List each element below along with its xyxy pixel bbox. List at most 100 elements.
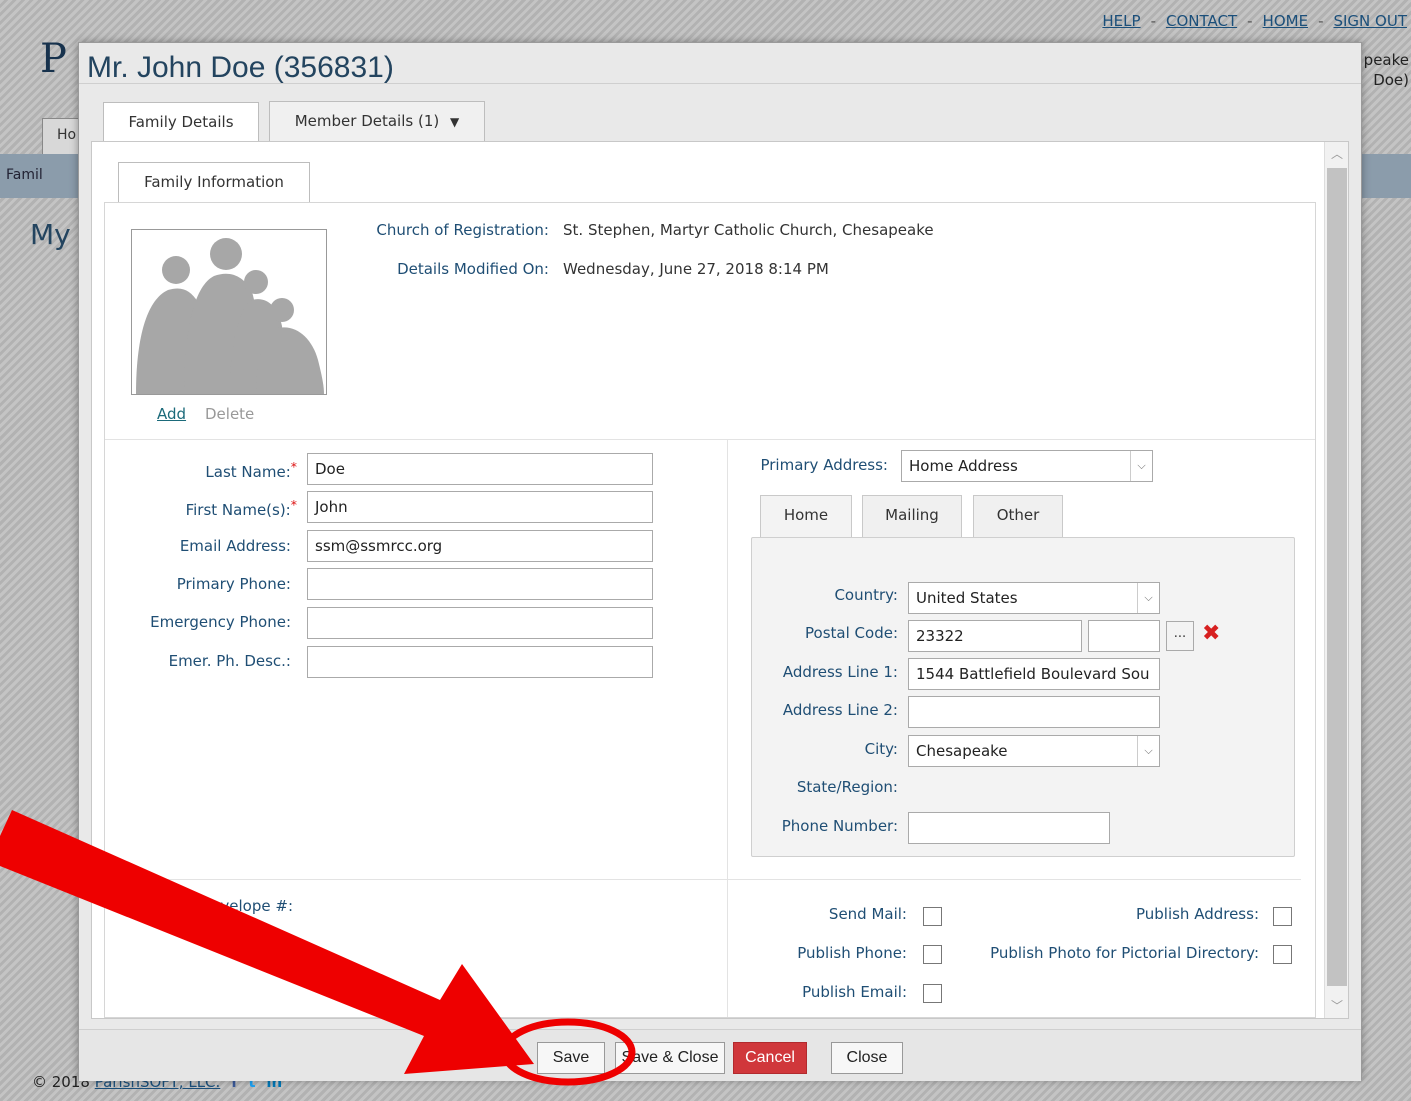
tab-member-details-label: Member Details (1) <box>294 112 440 130</box>
tab-home-address-label: Home <box>783 506 829 524</box>
send-mail-checkbox[interactable] <box>923 907 942 926</box>
family-photo <box>131 229 327 395</box>
chevron-down-icon: ⌵ <box>1137 583 1159 613</box>
section-divider <box>105 879 727 880</box>
address-line1-input[interactable]: 1544 Battlefield Boulevard Sou <box>908 658 1160 690</box>
church-label: Church of Registration: <box>376 221 549 239</box>
emergency-phone-input[interactable] <box>307 607 653 639</box>
modified-value: Wednesday, June 27, 2018 8:14 PM <box>563 260 829 278</box>
country-label: Country: <box>834 586 898 604</box>
email-label: Email Address: <box>179 537 291 555</box>
nav-separator: - <box>1150 12 1156 30</box>
photo-add-link[interactable]: Add <box>157 405 186 423</box>
tab-mailing-address[interactable]: Mailing <box>862 495 962 537</box>
dropdown-triangle-icon: ▼ <box>450 115 460 129</box>
scroll-down-icon[interactable]: ﹀ <box>1325 996 1349 1016</box>
email-input[interactable]: ssm@ssmrcc.org <box>307 530 653 562</box>
address-line2-input[interactable] <box>908 696 1160 728</box>
postal-ext-input[interactable] <box>1088 620 1160 652</box>
primary-address-select[interactable]: Home Address ⌵ <box>901 450 1153 482</box>
city-select[interactable]: Chesapeake ⌵ <box>908 735 1160 767</box>
send-mail-label: Send Mail: <box>828 905 907 923</box>
tab-other-address[interactable]: Other <box>973 495 1063 537</box>
column-divider <box>727 439 728 1017</box>
dialog-button-bar: Save Save & Close Cancel Close <box>79 1029 1361 1081</box>
city-value: Chesapeake <box>916 742 1008 760</box>
title-divider <box>79 83 1361 84</box>
cancel-button[interactable]: Cancel <box>733 1042 807 1074</box>
home-link[interactable]: HOME <box>1263 12 1309 30</box>
red-x-icon[interactable]: ✖ <box>1202 623 1220 645</box>
address-panel: Country: United States ⌵ Postal Code: 23… <box>751 537 1295 857</box>
nav-separator: - <box>1318 12 1324 30</box>
primary-address-value: Home Address <box>909 457 1018 475</box>
background-user-line1: peake <box>1363 51 1409 69</box>
tab-member-details[interactable]: Member Details (1) ▼ <box>269 101 485 141</box>
tab-other-address-label: Other <box>996 506 1040 524</box>
last-name-input[interactable]: Doe <box>307 453 653 485</box>
contact-link[interactable]: CONTACT <box>1166 12 1237 30</box>
postal-code-input[interactable]: 23322 <box>908 620 1082 652</box>
country-value: United States <box>916 589 1018 607</box>
phone-number-input[interactable] <box>908 812 1110 844</box>
scroll-thumb[interactable] <box>1327 168 1347 986</box>
publish-photo-label: Publish Photo for Pictorial Directory: <box>990 944 1259 962</box>
first-name-label-text: First Name(s): <box>185 501 291 519</box>
background-nav-text: Famil <box>6 167 43 183</box>
nav-separator: - <box>1247 12 1253 30</box>
chevron-down-icon: ⌵ <box>1137 736 1159 766</box>
save-button[interactable]: Save <box>537 1042 605 1074</box>
tab-mailing-address-label: Mailing <box>885 506 939 524</box>
save-close-button[interactable]: Save & Close <box>615 1042 725 1074</box>
primary-phone-input[interactable] <box>307 568 653 600</box>
first-name-input[interactable]: John <box>307 491 653 523</box>
publish-email-checkbox[interactable] <box>923 984 942 1003</box>
background-home-tab: Ho <box>42 118 82 154</box>
family-dialog: Mr. John Doe (356831) Family Details Mem… <box>78 42 1362 1081</box>
help-link[interactable]: HELP <box>1102 12 1140 30</box>
publish-address-label: Publish Address: <box>1135 905 1259 923</box>
background-user-info: peake Doe) <box>1364 50 1409 90</box>
required-marker: * <box>290 497 297 512</box>
publish-photo-checkbox[interactable] <box>1273 945 1292 964</box>
tab-family-details[interactable]: Family Details <box>103 102 259 143</box>
section-divider <box>727 879 1301 880</box>
publish-phone-checkbox[interactable] <box>923 945 942 964</box>
last-name-label-text: Last Name: <box>205 463 291 481</box>
primary-phone-label: Primary Phone: <box>176 575 291 593</box>
tab-home-address[interactable]: Home <box>760 495 852 538</box>
photo-delete-link[interactable]: Delete <box>205 405 254 423</box>
publish-email-label: Publish Email: <box>802 983 907 1001</box>
postal-code-label: Postal Code: <box>805 624 898 642</box>
first-name-label: First Name(s):* <box>186 497 297 519</box>
content-scrollbar[interactable]: ︿ ﹀ <box>1324 142 1348 1018</box>
publish-address-checkbox[interactable] <box>1273 907 1292 926</box>
top-nav: HELP - CONTACT - HOME - SIGN OUT <box>1102 12 1407 30</box>
tab-family-details-label: Family Details <box>128 113 234 131</box>
emergency-phone-label: Emergency Phone: <box>150 613 291 631</box>
publish-phone-label: Publish Phone: <box>797 944 907 962</box>
app-logo: P <box>40 36 67 82</box>
dialog-content: Family Information Add Delete Church of … <box>91 141 1349 1019</box>
tab-family-information-label: Family Information <box>144 173 284 191</box>
dialog-title: Mr. John Doe (356831) <box>87 51 394 84</box>
background-heading: My <box>30 218 71 251</box>
city-label: City: <box>864 740 898 758</box>
section-divider <box>105 439 1315 440</box>
address-line1-label: Address Line 1: <box>782 663 898 681</box>
tab-family-information[interactable]: Family Information <box>118 162 310 203</box>
emer-desc-input[interactable] <box>307 646 653 678</box>
phone-number-label: Phone Number: <box>781 817 898 835</box>
scroll-up-icon[interactable]: ︿ <box>1325 144 1349 164</box>
state-label: State/Region: <box>796 778 898 796</box>
envelope-label: Envelope #: <box>201 897 293 915</box>
background-user-line2: Doe) <box>1373 71 1409 89</box>
modified-label: Details Modified On: <box>397 260 549 278</box>
sign-out-link[interactable]: SIGN OUT <box>1333 12 1407 30</box>
emer-desc-label: Emer. Ph. Desc.: <box>168 652 291 670</box>
address-line2-label: Address Line 2: <box>782 701 898 719</box>
postal-lookup-button[interactable]: ... <box>1166 621 1194 651</box>
required-marker: * <box>290 459 297 474</box>
close-button[interactable]: Close <box>831 1042 903 1074</box>
country-select[interactable]: United States ⌵ <box>908 582 1160 614</box>
